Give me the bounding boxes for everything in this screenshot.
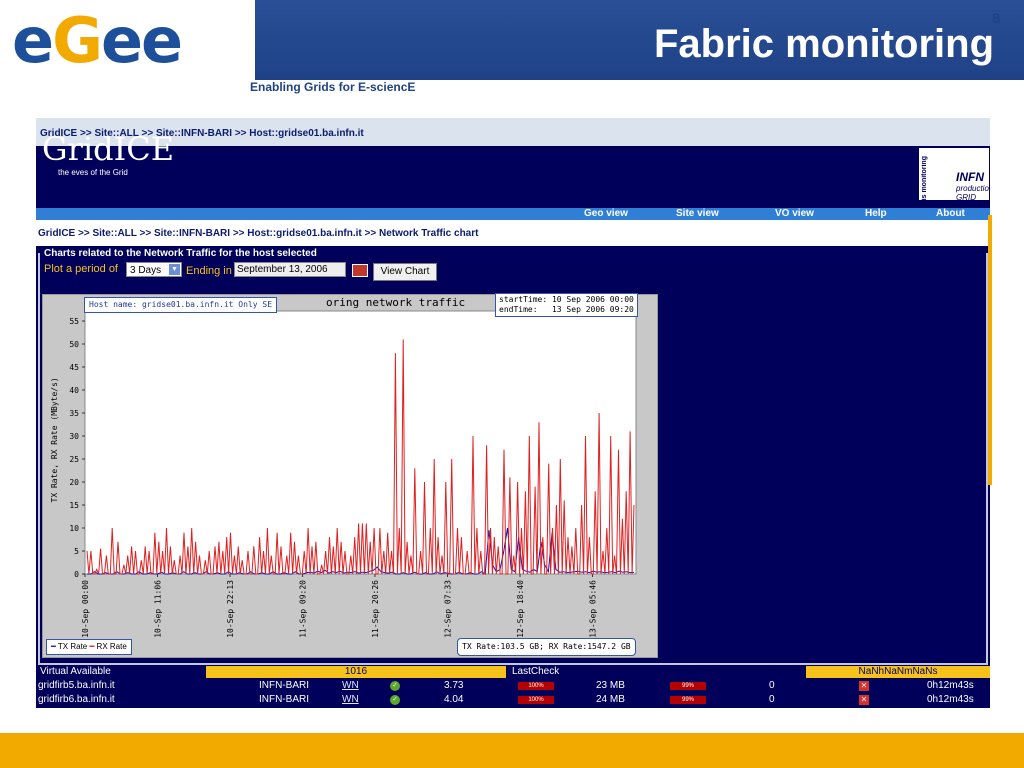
chevron-down-icon[interactable]: ▼	[169, 264, 180, 275]
usage-bar: 99%	[670, 696, 706, 704]
x-tick-label: 11-Sep 09:20	[299, 580, 308, 638]
y-tick-label: 10	[69, 524, 79, 533]
y-tick-label: 5	[74, 547, 79, 556]
y-tick-label: 35	[69, 409, 79, 418]
infn-name: INFN	[956, 170, 984, 184]
chart-legend: ━ TX Rate ━ RX Rate	[46, 639, 132, 655]
breadcrumb-text[interactable]: GridICE >> Site::ALL >> Site::INFN-BARI …	[38, 228, 478, 239]
host-name[interactable]: gridfirb6.ba.infn.it	[38, 693, 115, 707]
memory-value: 24 MB	[596, 694, 625, 705]
check-icon: ✓	[390, 695, 400, 705]
y-tick-label: 55	[69, 317, 79, 326]
jobs-value: 0	[769, 694, 775, 705]
period-select[interactable]: 3 Days ▼	[126, 262, 182, 277]
usage-bar: 99%	[670, 682, 706, 690]
nav-vo-view[interactable]: VO view	[775, 208, 814, 220]
nav-help[interactable]: Help	[865, 208, 887, 220]
legend-tx: TX Rate	[57, 642, 88, 651]
y-axis-label: TX Rate, RX Rate (MByte/s)	[50, 377, 59, 502]
virtual-available-value: 1016	[206, 666, 506, 678]
view-chart-button[interactable]: View Chart	[373, 263, 437, 281]
y-tick-label: 25	[69, 455, 79, 464]
plot-area	[84, 310, 637, 575]
lastcheck-label: LastCheck	[512, 666, 560, 677]
y-tick-label: 20	[69, 478, 79, 487]
y-tick-label: 45	[69, 363, 79, 372]
chart-section-legend: Charts related to the Network Traffic fo…	[42, 248, 319, 259]
period-label: Plot a period of	[44, 263, 118, 275]
slide-subtitle: Enabling Grids for E-sciencE	[250, 80, 416, 94]
virtual-available-row: Virtual Available 1016 LastCheck NaNhNaN…	[36, 666, 990, 678]
slide-title: Fabric monitoring	[654, 22, 994, 66]
gridice-banner	[36, 146, 990, 208]
breadcrumb: GridICE >> Site::ALL >> Site::INFN-BARI …	[36, 220, 990, 246]
y-tick-label: 0	[74, 570, 79, 579]
nav-bar: Geo view Site view VO view Help About	[36, 208, 990, 220]
legend-rx: RX Rate	[96, 642, 127, 651]
x-tick-label: 10-Sep 22:13	[226, 580, 235, 638]
nav-site-view[interactable]: Site view	[676, 208, 719, 220]
memory-value: 23 MB	[596, 680, 625, 691]
table-row: gridfirb5.ba.infn.it INFN-BARI WN ✓ 3.73…	[36, 679, 990, 693]
chart-rate-summary: TX Rate:103.5 GB; RX Rate:1547.2 GB	[457, 638, 636, 656]
ending-label: Ending in	[186, 265, 232, 277]
x-tick-label: 10-Sep 11:06	[154, 580, 163, 638]
chart-canvas: 0 5 10 15 20 25 30 35 40 45 50 55 TX Rate, RX Rate (…	[50, 310, 637, 638]
nav-geo-view[interactable]: Geo view	[584, 208, 628, 220]
gridice-logo: GridICE	[42, 130, 175, 168]
node-type-link[interactable]: WN	[342, 693, 359, 707]
virtual-available-label: Virtual Available	[40, 666, 111, 677]
side-strip	[988, 215, 992, 485]
y-tick-label: 40	[69, 386, 79, 395]
date-input[interactable]: September 13, 2006	[234, 262, 346, 277]
x-tick-label: 13-Sep 05:46	[589, 580, 598, 638]
gridice-tagline: the eves of the Grid	[58, 168, 128, 177]
chart-host-label: Host name: gridse01.ba.infn.it Only SE	[84, 297, 278, 313]
chart-time-range: startTime: 10 Sep 2006 00:00 endTime: 13 …	[495, 293, 638, 317]
jobs-value: 0	[769, 680, 775, 691]
infn-subtitle: production GRID	[956, 184, 990, 202]
nav-about[interactable]: About	[936, 208, 965, 220]
x-tick-label: 12-Sep 18:40	[516, 580, 525, 638]
y-tick-label: 30	[69, 432, 79, 441]
node-type-link[interactable]: WN	[342, 679, 359, 693]
slide-footer	[0, 733, 1024, 768]
site-name: INFN-BARI	[259, 680, 309, 691]
x-tick-label: 12-Sep 07:33	[444, 580, 453, 638]
table-row: gridfirb6.ba.infn.it INFN-BARI WN ✓ 4.04…	[36, 693, 990, 707]
network-traffic-chart: 0 5 10 15 20 25 30 35 40 45 50 55 TX Rate, RX Rate (…	[42, 294, 658, 658]
lastcheck-value: NaNhNaNmNaNs	[806, 666, 990, 678]
usage-bar: 100%	[518, 682, 554, 690]
close-icon: ✕	[859, 695, 869, 705]
close-icon: ✕	[859, 681, 869, 691]
y-tick-label: 15	[69, 501, 79, 510]
page-number: 8	[992, 10, 1000, 26]
infn-vertical-label: is monitoring	[921, 156, 928, 201]
load-value: 3.73	[444, 680, 464, 691]
egee-logo: eGee	[12, 4, 183, 77]
age-value: 0h12m43s	[927, 694, 974, 705]
usage-bar: 100%	[518, 696, 554, 704]
gridice-screenshot: GridICE >> Site::ALL >> Site::INFN-BARI …	[36, 118, 990, 708]
y-tick-label: 50	[69, 340, 79, 349]
check-icon: ✓	[390, 681, 400, 691]
site-name: INFN-BARI	[259, 694, 309, 705]
calendar-icon[interactable]	[352, 264, 368, 277]
x-tick-label: 10-Sep 00:00	[81, 580, 90, 638]
host-name[interactable]: gridfirb5.ba.infn.it	[38, 679, 115, 693]
breadcrumb-top: GridICE >> Site::ALL >> Site::INFN-BARI …	[36, 118, 990, 146]
load-value: 4.04	[444, 694, 464, 705]
age-value: 0h12m43s	[927, 680, 974, 691]
chart-title-fragment: oring network traffic	[326, 296, 466, 309]
x-tick-label: 11-Sep 20:26	[371, 580, 380, 638]
